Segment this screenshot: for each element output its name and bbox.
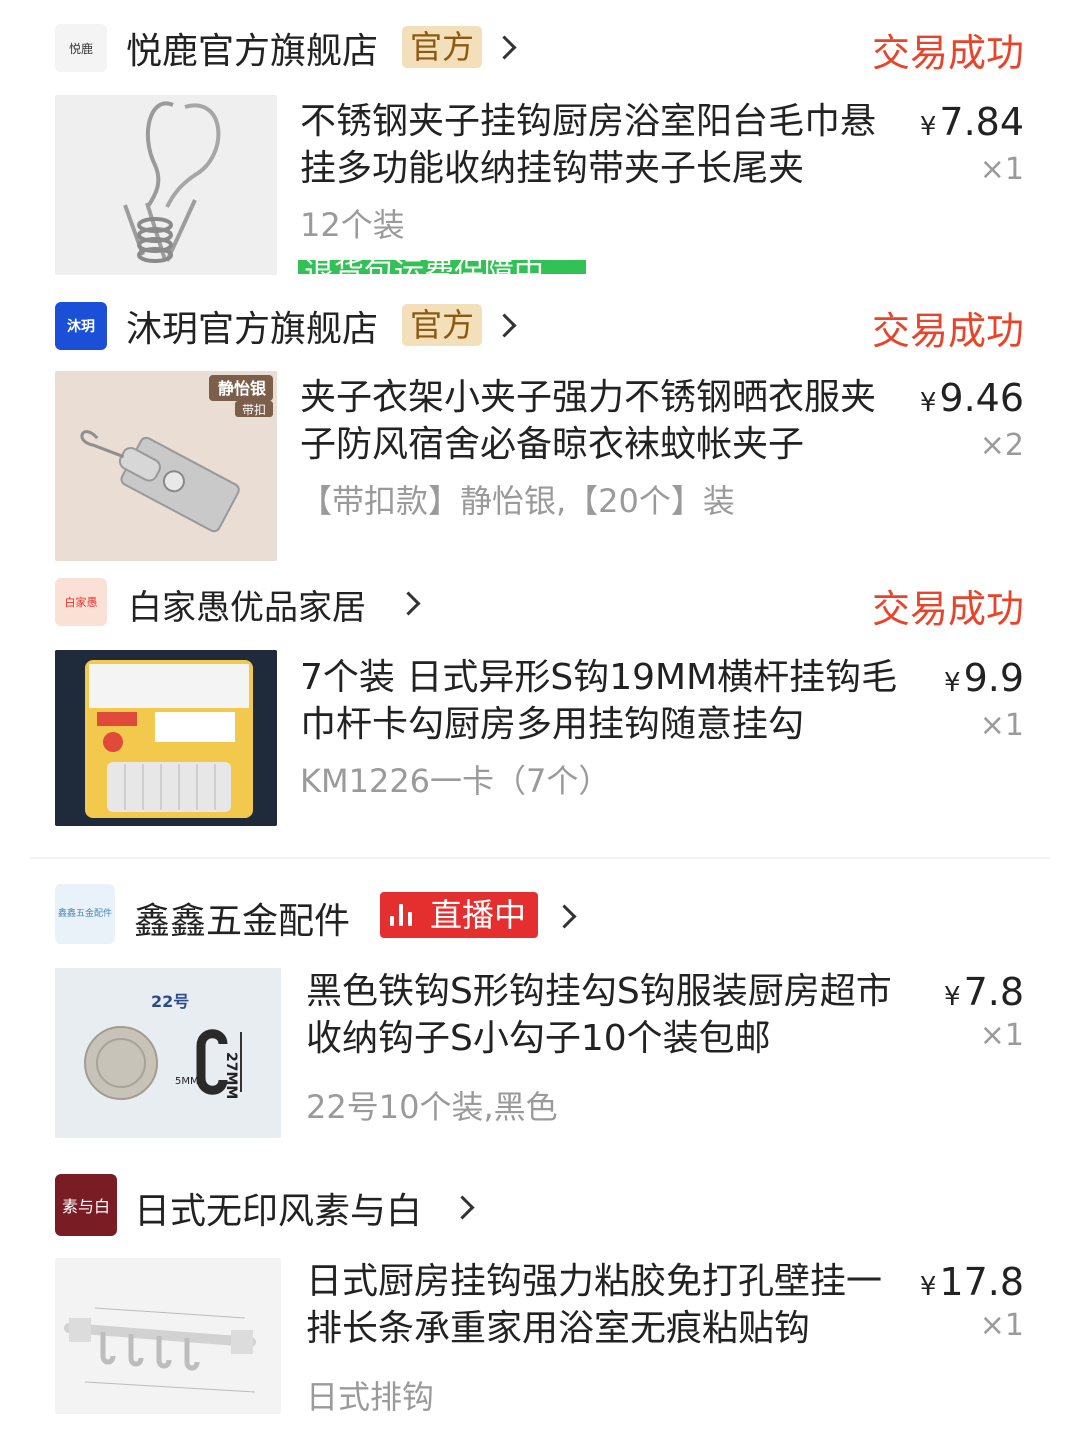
product-price: ¥9.9 xyxy=(944,656,1024,700)
product-image[interactable]: 静怡银 带扣 xyxy=(55,371,277,561)
product-sku: 22号10个装,黑色 xyxy=(306,1088,558,1126)
chevron-right-icon[interactable] xyxy=(450,1195,475,1220)
shop-logo[interactable]: 鑫鑫五金配件 xyxy=(55,884,115,944)
product-title[interactable]: 7个装 日式异形S钩19MM横杆挂钩毛巾杆卡勾厨房多用挂钩随意挂勾 xyxy=(300,654,910,748)
thumb-label: 22号 xyxy=(151,992,190,1011)
live-tag-label: 直播中 xyxy=(430,896,527,934)
shop-logo[interactable]: 沐玥 xyxy=(55,302,107,350)
shop-logo[interactable]: 白家愚 xyxy=(55,578,107,626)
shop-header[interactable]: 悦鹿 悦鹿官方旗舰店 官方 交易成功 xyxy=(0,16,1080,80)
shop-header[interactable]: 素与白 日式无印风素与白 xyxy=(0,1172,1080,1236)
product-title[interactable]: 不锈钢夹子挂钩厨房浴室阳台毛巾悬挂多功能收纳挂钩带夹子长尾夹 xyxy=(300,98,910,192)
live-bars-icon xyxy=(390,904,414,926)
chevron-right-icon[interactable] xyxy=(492,313,517,338)
shop-header[interactable]: 白家愚 白家愚优品家居 交易成功 xyxy=(0,572,1080,636)
shop-name[interactable]: 悦鹿官方旗舰店 xyxy=(126,22,378,74)
clothes-clip-image xyxy=(55,371,277,561)
s-hook-pack-image xyxy=(55,650,277,826)
shop-name[interactable]: 白家愚优品家居 xyxy=(128,580,366,629)
product-price: ¥17.8 xyxy=(919,1260,1024,1304)
wall-hook-rail-image xyxy=(55,1258,281,1414)
guarantee-badge: 退货包运费保障中 xyxy=(298,260,586,274)
official-tag: 官方 xyxy=(402,26,483,68)
official-tag: 官方 xyxy=(402,304,483,346)
shop-logo[interactable]: 悦鹿 xyxy=(55,24,107,72)
product-title[interactable]: 夹子衣架小夹子强力不锈钢晒衣服夹子防风宿舍必备晾衣袜蚊帐夹子 xyxy=(300,374,910,468)
product-price: ¥7.84 xyxy=(919,100,1024,144)
clip-hook-image xyxy=(55,95,277,275)
shop-name[interactable]: 沐玥官方旗舰店 xyxy=(126,300,378,352)
thumb-label: 5MM xyxy=(175,1076,199,1087)
product-price: ¥7.8 xyxy=(944,970,1024,1014)
product-quantity: ×1 xyxy=(979,708,1024,743)
shop-name[interactable]: 鑫鑫五金配件 xyxy=(134,892,350,944)
order-status: 交易成功 xyxy=(871,587,1024,631)
product-quantity: ×2 xyxy=(979,428,1024,463)
product-title[interactable]: 日式厨房挂钩强力粘胶免打孔壁挂一排长条承重家用浴室无痕粘贴钩 xyxy=(306,1258,896,1352)
chevron-right-icon[interactable] xyxy=(492,35,517,60)
shop-header[interactable]: 沐玥 沐玥官方旗舰店 官方 交易成功 xyxy=(0,294,1080,358)
live-tag[interactable]: 直播中 xyxy=(380,892,539,938)
order-status: 交易成功 xyxy=(871,31,1024,75)
section-divider xyxy=(30,857,1050,859)
product-title[interactable]: 黑色铁钩S形钩挂勾S钩服装厨房超市收纳钩子S小勾子10个装包邮 xyxy=(306,968,906,1062)
product-sku: 【带扣款】静怡银,【20个】装 xyxy=(300,482,735,520)
order-status: 交易成功 xyxy=(871,309,1024,353)
thumb-label: 带扣 xyxy=(241,403,266,417)
shop-logo[interactable]: 素与白 xyxy=(55,1174,117,1236)
chevron-right-icon[interactable] xyxy=(552,904,577,929)
product-sku: 12个装 xyxy=(300,206,405,244)
shop-name[interactable]: 日式无印风素与白 xyxy=(134,1182,422,1234)
shop-header[interactable]: 鑫鑫五金配件 鑫鑫五金配件 直播中 xyxy=(0,882,1080,946)
product-price: ¥9.46 xyxy=(919,376,1024,420)
product-image[interactable] xyxy=(55,650,277,826)
product-sku: 日式排钩 xyxy=(306,1378,435,1416)
product-sku: KM1226一卡（7个） xyxy=(300,762,611,800)
product-image[interactable]: 22号 27MM 5MM xyxy=(55,968,281,1138)
thumb-label: 静怡银 xyxy=(217,379,266,398)
product-quantity: ×1 xyxy=(979,152,1024,187)
product-quantity: ×1 xyxy=(979,1308,1024,1343)
thumb-label: 27MM xyxy=(223,1052,239,1100)
product-quantity: ×1 xyxy=(979,1018,1024,1053)
chevron-right-icon[interactable] xyxy=(396,591,421,616)
product-image[interactable] xyxy=(55,95,277,275)
product-image[interactable] xyxy=(55,1258,281,1414)
